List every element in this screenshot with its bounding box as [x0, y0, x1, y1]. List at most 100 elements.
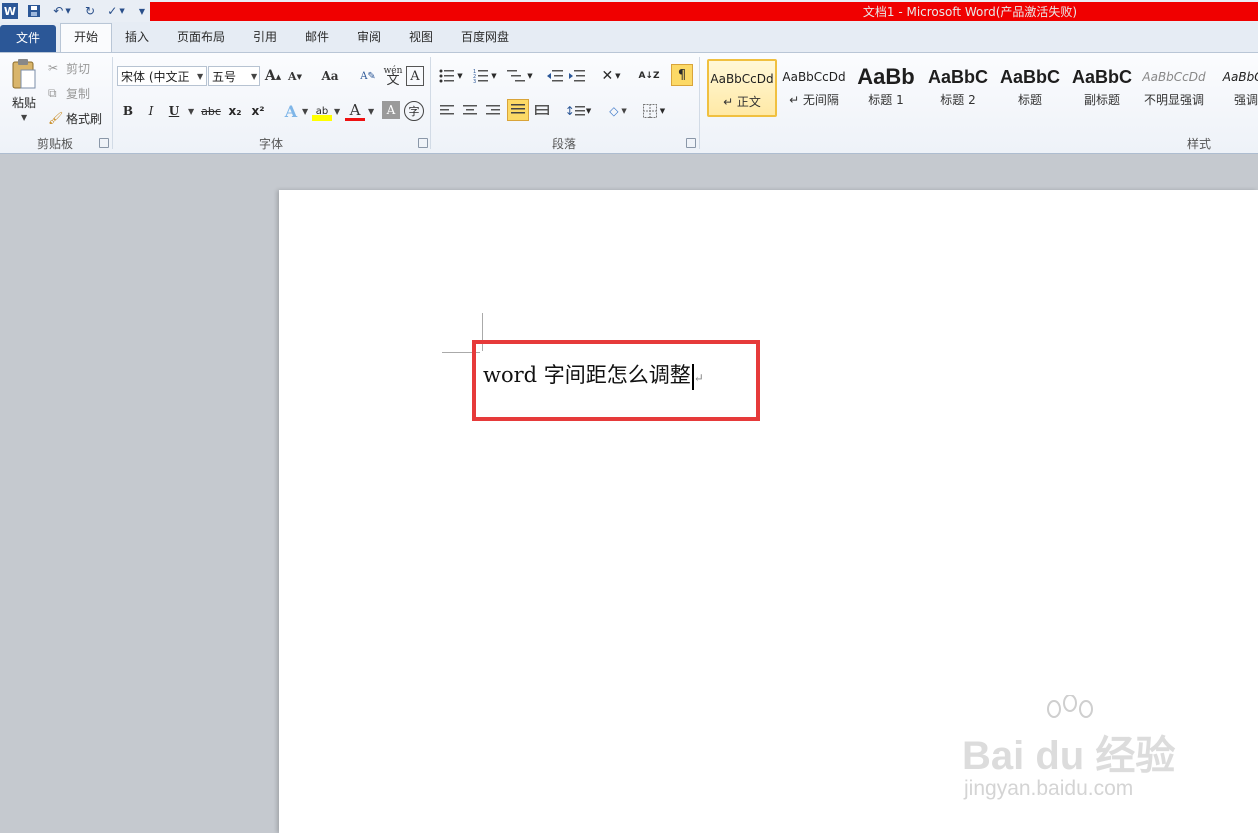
- style-emphasis[interactable]: AaBbCc 强调: [1211, 59, 1258, 115]
- justify-icon[interactable]: [507, 99, 529, 121]
- tab-references[interactable]: 引用: [246, 24, 284, 50]
- format-painter-label: 格式刷: [66, 111, 103, 126]
- style-sample: AaBbC: [927, 67, 988, 87]
- style-title[interactable]: AaBbC 标题: [995, 59, 1065, 115]
- style-name: 不明显强调: [1143, 93, 1204, 107]
- tab-view[interactable]: 视图: [402, 24, 440, 50]
- decrease-indent-icon[interactable]: [546, 66, 564, 86]
- underline-icon[interactable]: U: [165, 101, 183, 121]
- style-normal[interactable]: AaBbCcDd ↵ 正文: [707, 59, 777, 117]
- style-name: ↵ 无间隔: [789, 93, 839, 107]
- style-sample: AaBbCcDd: [710, 72, 774, 86]
- style-sample: AaBbC: [1071, 67, 1132, 87]
- shading-icon[interactable]: ◇ ▼: [604, 101, 632, 121]
- numbering-icon[interactable]: 123 ▼: [472, 66, 498, 86]
- format-painter-button[interactable]: 🖌 格式刷: [48, 109, 110, 127]
- style-sample: AaBbCcDd: [1142, 70, 1206, 84]
- font-name-combo[interactable]: 宋体 (中文正: [117, 66, 207, 86]
- style-subtitle[interactable]: AaBbC 副标题: [1067, 59, 1137, 115]
- style-name: 标题 2: [940, 93, 976, 107]
- superscript-icon[interactable]: x²: [248, 101, 268, 121]
- align-left-icon[interactable]: [438, 101, 456, 121]
- line-spacing-icon[interactable]: ↕ ▼: [564, 101, 592, 121]
- styles-group-label: 样式: [1186, 137, 1211, 151]
- cut-button[interactable]: ✂ 剪切: [48, 59, 108, 77]
- style-name: ↵ 正文: [723, 95, 761, 109]
- window-title: 文档1 - Microsoft Word(产品激活失败): [862, 5, 1078, 19]
- tab-baidu-netdisk[interactable]: 百度网盘: [454, 24, 516, 50]
- sort-icon[interactable]: A↓Z: [638, 66, 660, 86]
- font-color-dropdown-icon[interactable]: ▼: [368, 107, 374, 116]
- tab-insert[interactable]: 插入: [118, 24, 156, 50]
- tab-page-layout[interactable]: 页面布局: [170, 24, 232, 50]
- undo-icon[interactable]: ↶ ▼: [50, 3, 74, 19]
- style-sample: AaBbC: [999, 67, 1060, 87]
- font-size-dropdown-icon[interactable]: ▼: [251, 72, 257, 81]
- font-group-label: 字体: [258, 137, 283, 151]
- italic-icon[interactable]: I: [142, 101, 160, 121]
- annotation-highlight-box: [472, 340, 760, 421]
- word-logo-icon[interactable]: W: [2, 3, 18, 19]
- chinese-layout-icon[interactable]: ✕ ▼: [598, 66, 624, 86]
- style-sample: AaBb: [857, 64, 915, 89]
- character-border-icon[interactable]: A: [406, 66, 424, 86]
- borders-icon[interactable]: ▼: [640, 101, 668, 121]
- highlight-dropdown-icon[interactable]: ▼: [334, 107, 340, 116]
- subscript-icon[interactable]: x₂: [225, 101, 245, 121]
- copy-icon: ⧉: [48, 85, 57, 100]
- character-shading-icon[interactable]: A: [382, 101, 400, 119]
- highlight-icon[interactable]: ab: [312, 101, 332, 121]
- cut-label: 剪切: [66, 61, 91, 76]
- clipboard-group-label: 剪贴板: [36, 137, 73, 151]
- clipboard-launcher-icon[interactable]: [99, 138, 109, 148]
- tab-review[interactable]: 审阅: [350, 24, 388, 50]
- customize-icon[interactable]: ▼: [136, 3, 148, 19]
- bold-icon[interactable]: B: [119, 101, 137, 121]
- align-center-icon[interactable]: [461, 101, 479, 121]
- copy-button[interactable]: ⧉ 复制: [48, 84, 108, 102]
- tab-file[interactable]: 文件: [0, 25, 56, 52]
- show-formatting-marks-icon[interactable]: ¶: [671, 64, 693, 86]
- style-name: 强调: [1233, 93, 1258, 107]
- underline-dropdown-icon[interactable]: ▼: [188, 107, 194, 116]
- font-launcher-icon[interactable]: [418, 138, 428, 148]
- tab-home[interactable]: 开始: [60, 23, 112, 52]
- spellcheck-icon[interactable]: ✓ ▼: [104, 3, 128, 19]
- text-effects-icon[interactable]: A: [280, 101, 302, 121]
- paste-dropdown-icon[interactable]: ▼: [21, 113, 27, 122]
- style-name: 标题: [1017, 93, 1042, 107]
- shrink-font-icon[interactable]: A ▼: [286, 66, 304, 86]
- style-name: 副标题: [1083, 93, 1120, 107]
- paste-icon[interactable]: [6, 57, 42, 91]
- bullets-icon[interactable]: ▼: [438, 66, 464, 86]
- increase-indent-icon[interactable]: [568, 66, 586, 86]
- tab-mailings[interactable]: 邮件: [298, 24, 336, 50]
- group-divider: [699, 57, 700, 149]
- paragraph-group-label: 段落: [551, 137, 576, 151]
- phonetic-guide-icon[interactable]: wén 文: [382, 64, 404, 88]
- style-subtle-emphasis[interactable]: AaBbCcDd 不明显强调: [1139, 59, 1209, 115]
- grow-font-icon[interactable]: A ▲: [264, 66, 282, 86]
- style-name: 标题 1: [868, 93, 904, 107]
- redo-icon[interactable]: ↻: [82, 3, 98, 19]
- paste-button[interactable]: 粘贴: [6, 93, 42, 111]
- watermark-url: jingyan.baidu.com: [964, 777, 1134, 800]
- align-right-icon[interactable]: [484, 101, 502, 121]
- strikethrough-icon[interactable]: abc: [200, 101, 222, 121]
- text-effects-dropdown-icon[interactable]: ▼: [302, 107, 308, 116]
- brush-icon: 🖌: [48, 111, 64, 125]
- font-name-dropdown-icon[interactable]: ▼: [197, 72, 203, 81]
- style-heading-2[interactable]: AaBbC 标题 2: [923, 59, 993, 115]
- style-no-spacing[interactable]: AaBbCcDd ↵ 无间隔: [779, 59, 849, 115]
- clear-format-icon[interactable]: A✎: [358, 66, 378, 86]
- font-color-icon[interactable]: A: [345, 101, 365, 121]
- copy-label: 复制: [66, 86, 91, 101]
- paragraph-launcher-icon[interactable]: [686, 138, 696, 148]
- enclose-characters-icon[interactable]: 字: [404, 101, 424, 121]
- scissors-icon: ✂: [48, 61, 59, 75]
- multilevel-list-icon[interactable]: ▼: [506, 66, 534, 86]
- save-icon[interactable]: [26, 3, 42, 19]
- change-case-icon[interactable]: Aa: [316, 66, 344, 86]
- distributed-icon[interactable]: [533, 101, 551, 121]
- style-heading-1[interactable]: AaBb 标题 1: [851, 59, 921, 115]
